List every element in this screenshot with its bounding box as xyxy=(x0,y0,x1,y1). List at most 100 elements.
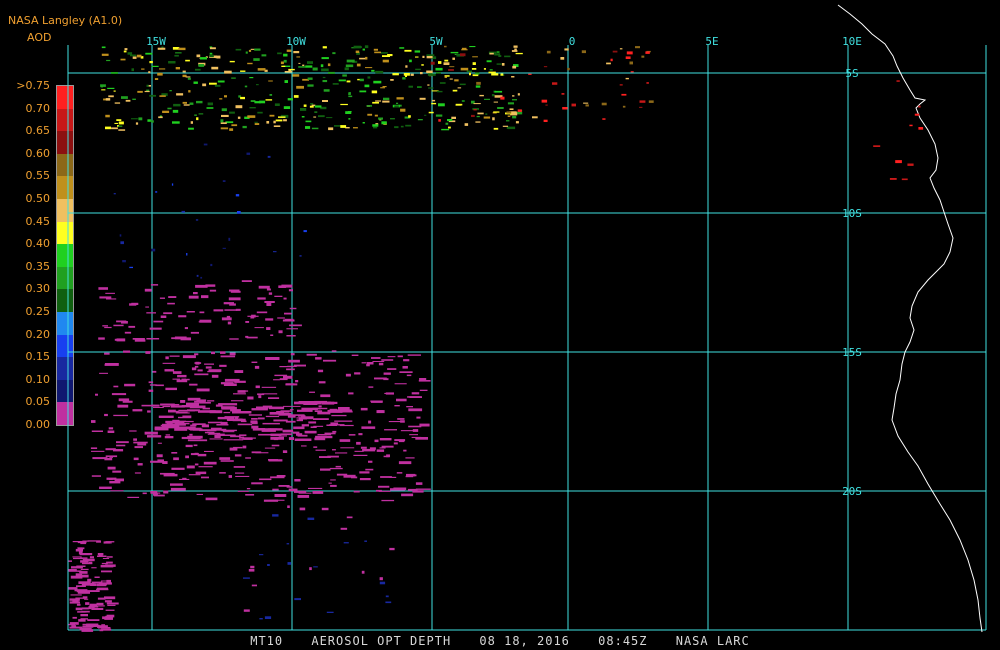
aod-pixel xyxy=(319,456,331,458)
aod-pixel xyxy=(513,45,518,48)
aod-pixel xyxy=(80,618,88,620)
aod-pixel xyxy=(104,596,116,600)
aod-pixel xyxy=(560,57,565,60)
sensor-id: MT10 xyxy=(250,634,284,648)
aod-pixel xyxy=(619,84,623,86)
aod-pixel xyxy=(228,237,231,241)
aod-pixel xyxy=(172,109,179,113)
aod-pixel xyxy=(622,105,626,108)
aod-pixel xyxy=(91,450,105,452)
aod-pixel xyxy=(102,616,107,620)
aod-pixel xyxy=(914,113,920,116)
aod-pixel xyxy=(245,335,249,338)
aod-pixel xyxy=(397,418,405,420)
aod-pixel xyxy=(78,573,83,575)
aod-pixel xyxy=(313,566,318,568)
aod-pixel xyxy=(204,431,215,434)
aod-pixel xyxy=(76,565,86,567)
aod-pixel xyxy=(261,54,267,57)
aod-pixel xyxy=(322,46,327,49)
aod-pixel xyxy=(171,183,174,186)
aod-pixel xyxy=(257,297,266,300)
aod-pixel xyxy=(307,84,314,87)
aod-pixel xyxy=(438,61,442,64)
aod-pixel xyxy=(403,359,410,362)
aod-pixel xyxy=(541,99,548,103)
aod-pixel xyxy=(396,398,407,402)
aod-pixel xyxy=(340,447,355,449)
aod-pixel xyxy=(460,67,469,71)
aod-pixel xyxy=(247,396,254,400)
aod-pixel xyxy=(381,499,395,502)
aod-pixel xyxy=(194,400,205,403)
lon-label: 10E xyxy=(842,35,862,48)
aod-pixel xyxy=(383,372,391,375)
aod-pixel xyxy=(410,73,414,76)
aod-pixel xyxy=(229,128,234,131)
aod-pixel xyxy=(100,84,106,87)
aod-pixel xyxy=(310,103,314,105)
aod-pixel xyxy=(204,363,214,365)
aod-pixel xyxy=(437,90,443,93)
aod-pixel xyxy=(371,90,378,94)
aod-pixel xyxy=(145,351,151,354)
aod-pixel xyxy=(509,108,514,110)
aod-map: 15W 10W 5W 0 5E 10E 5S 10S 15S 20S xyxy=(67,4,987,633)
aod-pixel xyxy=(279,378,288,381)
aod-pixel xyxy=(77,547,83,549)
aod-pixel xyxy=(220,119,224,123)
aod-pixel xyxy=(473,109,477,111)
aod-pixel xyxy=(379,447,386,449)
aod-pixel xyxy=(309,567,312,571)
aod-pixel xyxy=(303,230,307,233)
aod-pixel xyxy=(247,62,253,65)
aod-pixel xyxy=(90,447,98,449)
aod-pixel xyxy=(81,629,94,632)
aod-pixel xyxy=(273,419,288,422)
aod-pixel xyxy=(134,446,143,449)
aod-pixel xyxy=(258,285,270,289)
aod-pixel xyxy=(506,111,512,114)
aod-pixel xyxy=(107,604,116,606)
data-source: NASA LARC xyxy=(675,634,750,648)
aod-pixel xyxy=(99,296,112,299)
aod-pixel xyxy=(472,62,476,65)
aod-pixel xyxy=(247,315,259,317)
aod-pixel xyxy=(257,393,265,396)
aod-pixel xyxy=(581,50,586,54)
aod-pixel xyxy=(612,50,618,53)
aod-pixel xyxy=(283,59,287,63)
aod-pixel xyxy=(168,296,177,298)
aod-pixel xyxy=(334,420,353,422)
aod-pixel xyxy=(329,467,343,470)
aod-pixel xyxy=(383,455,390,458)
aod-pixel xyxy=(396,472,403,474)
aod-pixel xyxy=(428,111,434,114)
aod-pixel xyxy=(207,433,225,435)
aod-pixel xyxy=(895,160,902,164)
aod-pixel xyxy=(359,471,370,474)
aod-pixel xyxy=(75,597,86,599)
aod-pixel xyxy=(382,100,390,103)
aod-pixel xyxy=(134,339,146,342)
aod-pixel xyxy=(150,284,159,286)
aod-pixel xyxy=(405,65,408,68)
aod-pixel xyxy=(359,78,364,82)
aod-pixel xyxy=(918,105,921,108)
aod-pixel xyxy=(263,428,271,431)
aod-pixel xyxy=(270,476,285,479)
aod-pixel xyxy=(132,98,136,100)
aod-pixel xyxy=(240,96,245,100)
aod-pixel xyxy=(131,118,138,120)
aod-pixel xyxy=(375,70,384,74)
aod-pixel xyxy=(220,460,234,462)
aod-pixel xyxy=(274,494,287,497)
aod-pixel xyxy=(257,417,265,420)
aod-pixel xyxy=(142,492,147,495)
aod-pixel xyxy=(328,127,334,131)
aod-pixel xyxy=(85,602,90,605)
coastline xyxy=(837,4,983,633)
aod-pixel xyxy=(297,434,308,437)
aod-pixel xyxy=(356,441,361,445)
aod-pixel xyxy=(87,578,92,582)
